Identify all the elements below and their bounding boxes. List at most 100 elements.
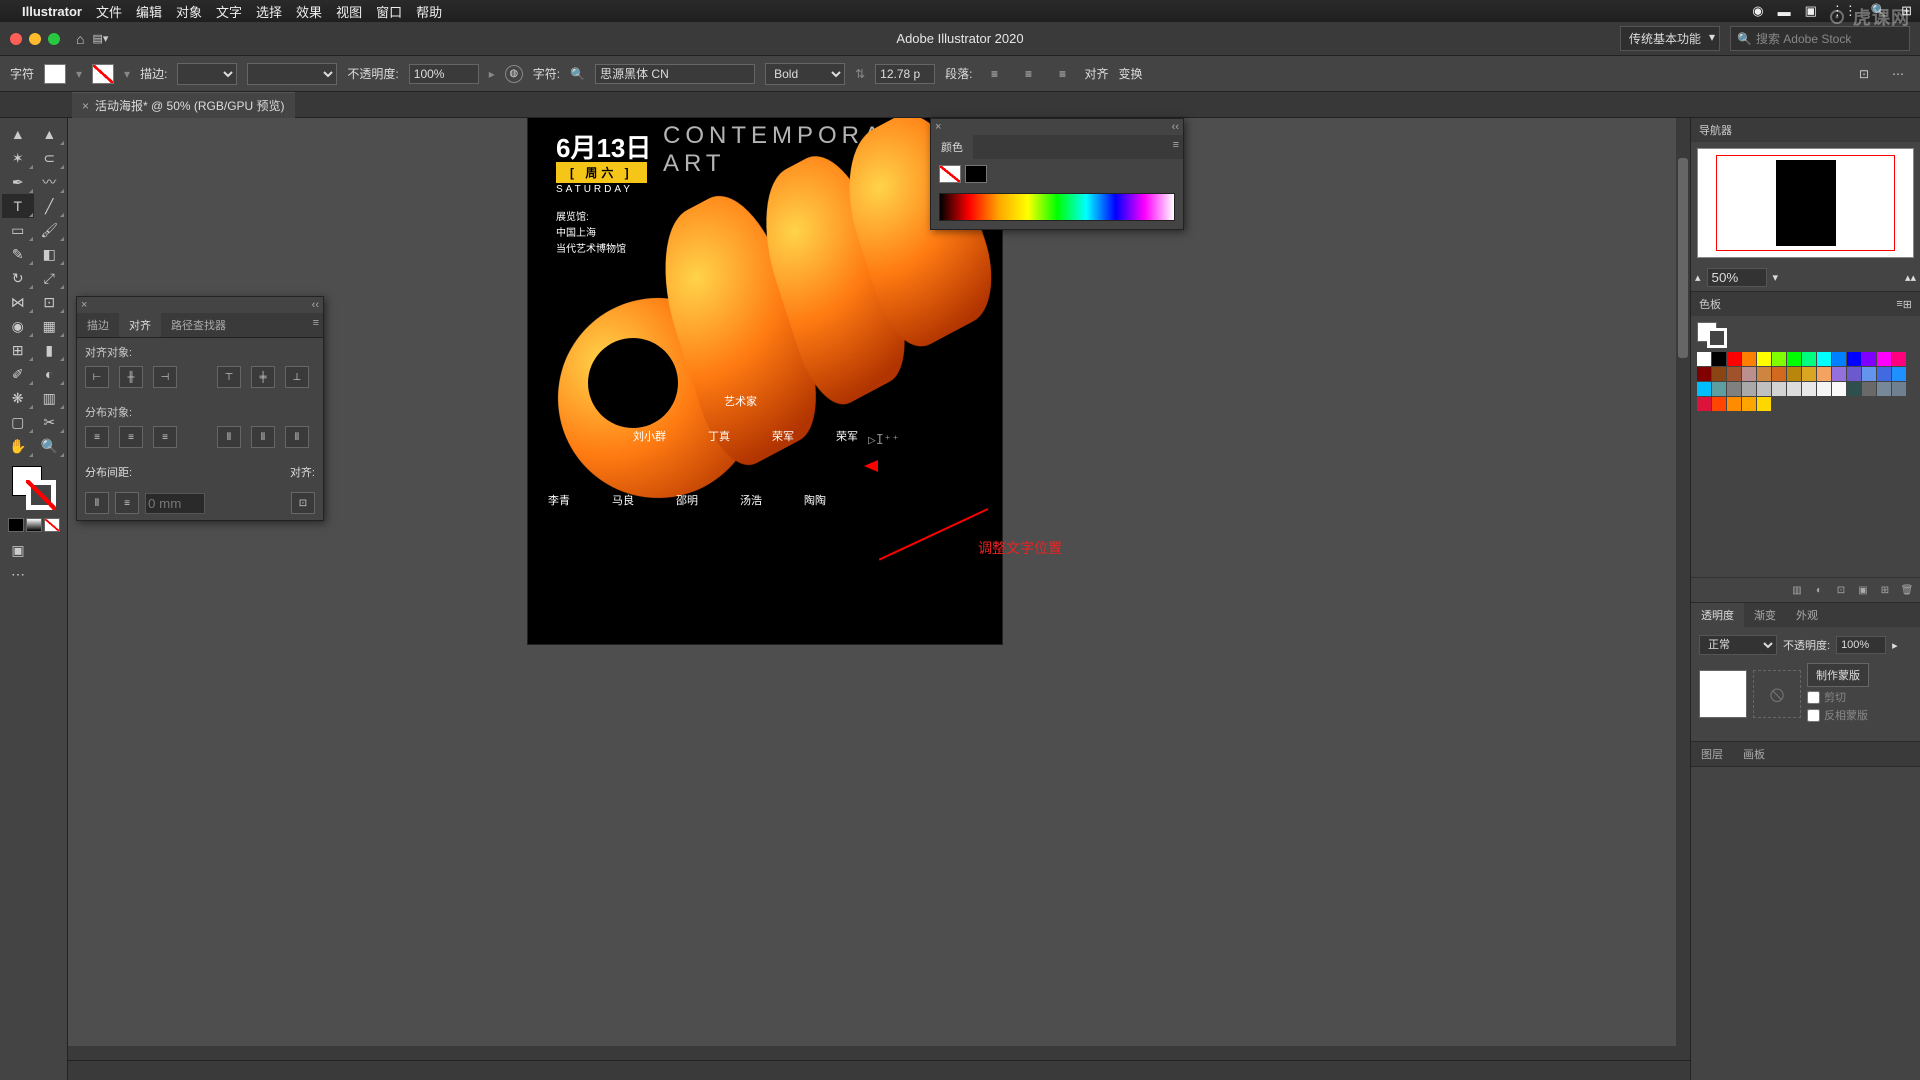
swatch-color[interactable] — [1817, 367, 1831, 381]
blend-mode-select[interactable]: 正常 — [1699, 635, 1777, 655]
swatch-delete-icon[interactable]: 🗑 — [1898, 582, 1916, 598]
swatch-color[interactable] — [1727, 352, 1741, 366]
color-tab[interactable]: 颜色 — [931, 135, 973, 159]
artboard-tool[interactable]: ▢ — [2, 410, 34, 434]
line-tool[interactable]: ╱ — [34, 194, 66, 218]
align-left-icon[interactable]: ≡ — [983, 63, 1007, 85]
pathfinder-tab[interactable]: 路径查找器 — [161, 313, 236, 337]
screen-mode-icon[interactable]: ▣ — [2, 538, 34, 562]
swatch-color[interactable] — [1832, 367, 1846, 381]
fill-swatch[interactable] — [44, 64, 66, 84]
swatch-color[interactable] — [1892, 382, 1906, 396]
vspace-button[interactable]: ⦀ — [85, 492, 109, 514]
valign-middle-button[interactable]: ╪ — [251, 366, 275, 388]
scale-tool[interactable]: ⤢ — [34, 266, 66, 290]
swatch-color[interactable] — [1787, 352, 1801, 366]
swatch-color[interactable] — [1802, 367, 1816, 381]
swatch-color[interactable] — [1697, 367, 1711, 381]
make-mask-button[interactable]: 制作蒙版 — [1807, 663, 1869, 687]
zoom-out-icon[interactable]: ▴ — [1695, 271, 1701, 284]
layers-tab[interactable]: 图层 — [1691, 742, 1733, 766]
symbol-sprayer-tool[interactable]: ❋ — [2, 386, 34, 410]
color-spectrum[interactable] — [939, 193, 1175, 221]
transp-opacity-input[interactable] — [1836, 636, 1886, 654]
navigator-title[interactable]: 导航器 — [1699, 122, 1732, 138]
rectangle-tool[interactable]: ▭ — [2, 218, 34, 242]
swatch-color[interactable] — [1727, 397, 1741, 411]
hand-tool[interactable]: ✋ — [2, 434, 34, 458]
recolor-icon[interactable]: ◍ — [505, 65, 523, 83]
align-to-button[interactable]: ⊡ — [291, 492, 315, 514]
battery-icon[interactable]: ▣ — [1805, 3, 1817, 19]
swatch-color[interactable] — [1742, 367, 1756, 381]
vdist-top-button[interactable]: ≡ — [85, 426, 109, 448]
selection-tool[interactable]: ▲ — [2, 122, 34, 146]
direct-selection-tool[interactable]: ▲ — [34, 122, 66, 146]
swatch-color[interactable] — [1742, 382, 1756, 396]
spacing-input[interactable] — [145, 493, 205, 514]
eraser-tool[interactable]: ◧ — [34, 242, 66, 266]
perspective-tool[interactable]: ▦ — [34, 314, 66, 338]
swatch-color[interactable] — [1847, 382, 1861, 396]
swatch-color[interactable] — [1697, 397, 1711, 411]
gradient-mode-icon[interactable] — [26, 518, 42, 532]
clip-checkbox[interactable] — [1807, 691, 1820, 704]
document-tab[interactable]: ×活动海报* @ 50% (RGB/GPU 预览) — [72, 92, 295, 118]
horizontal-scrollbar[interactable] — [68, 1046, 1676, 1060]
stroke-weight-select[interactable] — [177, 63, 237, 85]
halign-right-button[interactable]: ⊣ — [153, 366, 177, 388]
swatch-color[interactable] — [1847, 352, 1861, 366]
swatch-color[interactable] — [1802, 382, 1816, 396]
swatch-grid[interactable] — [1697, 352, 1914, 411]
halign-center-button[interactable]: ╫ — [119, 366, 143, 388]
menu-effect[interactable]: 效果 — [296, 2, 322, 21]
swatch-color[interactable] — [1772, 352, 1786, 366]
swatch-color[interactable] — [1757, 352, 1771, 366]
swatch-color[interactable] — [1712, 397, 1726, 411]
paintbrush-tool[interactable]: 🖌 — [34, 218, 66, 242]
swatch-color[interactable] — [1802, 352, 1816, 366]
font-weight-select[interactable]: Bold — [765, 63, 845, 85]
swatch-color[interactable] — [1832, 352, 1846, 366]
swatch-color[interactable] — [1757, 382, 1771, 396]
hspace-button[interactable]: ≡ — [115, 492, 139, 514]
pen-tool[interactable]: ✒ — [2, 170, 34, 194]
swatch-color[interactable] — [1742, 352, 1756, 366]
vdist-bottom-button[interactable]: ≡ — [153, 426, 177, 448]
swatch-color[interactable] — [1712, 382, 1726, 396]
zoom-tool[interactable]: 🔍 — [34, 434, 66, 458]
opacity-input[interactable] — [409, 64, 479, 84]
swatch-color[interactable] — [1862, 352, 1876, 366]
swatches-menu-icon[interactable]: ⊞ — [1903, 298, 1912, 311]
gradient-tab[interactable]: 渐变 — [1744, 603, 1786, 627]
collapse-panel-icon[interactable]: ‹‹ — [312, 299, 319, 311]
swatch-color[interactable] — [1877, 382, 1891, 396]
magic-wand-tool[interactable]: ✶ — [2, 146, 34, 170]
free-transform-tool[interactable]: ⊡ — [34, 290, 66, 314]
gradient-tool[interactable]: ▮ — [34, 338, 66, 362]
swatch-color[interactable] — [1757, 397, 1771, 411]
swatch-color[interactable] — [1772, 382, 1786, 396]
swatch-color[interactable] — [1892, 352, 1906, 366]
font-family-select[interactable] — [595, 64, 755, 84]
color-panel-menu-icon[interactable]: ≡ — [1169, 135, 1183, 159]
menu-type[interactable]: 文字 — [216, 2, 242, 21]
mesh-tool[interactable]: ⊞ — [2, 338, 34, 362]
curvature-tool[interactable]: 〰 — [34, 170, 66, 194]
vertical-scrollbar[interactable] — [1676, 118, 1690, 1060]
menu-file[interactable]: 文件 — [96, 2, 122, 21]
zoom-window-button[interactable] — [48, 33, 60, 45]
shape-builder-tool[interactable]: ◉ — [2, 314, 34, 338]
swatch-color[interactable] — [1772, 367, 1786, 381]
swatch-color[interactable] — [1892, 367, 1906, 381]
navigator-thumbnail[interactable] — [1697, 148, 1914, 258]
transp-mask-thumb[interactable]: ⦸ — [1753, 670, 1801, 718]
swatch-color[interactable] — [1817, 382, 1831, 396]
canvas[interactable]: 6月13日 [ 周六 ] SATURDAY CONTEMPORARART 展览馆… — [68, 118, 1690, 1060]
color-fill-swatch[interactable] — [939, 165, 961, 183]
swatch-color[interactable] — [1787, 367, 1801, 381]
menu-edit[interactable]: 编辑 — [136, 2, 162, 21]
swatch-color[interactable] — [1757, 367, 1771, 381]
halign-left-button[interactable]: ⊢ — [85, 366, 109, 388]
panel-menu-icon[interactable]: ≡ — [309, 313, 323, 337]
